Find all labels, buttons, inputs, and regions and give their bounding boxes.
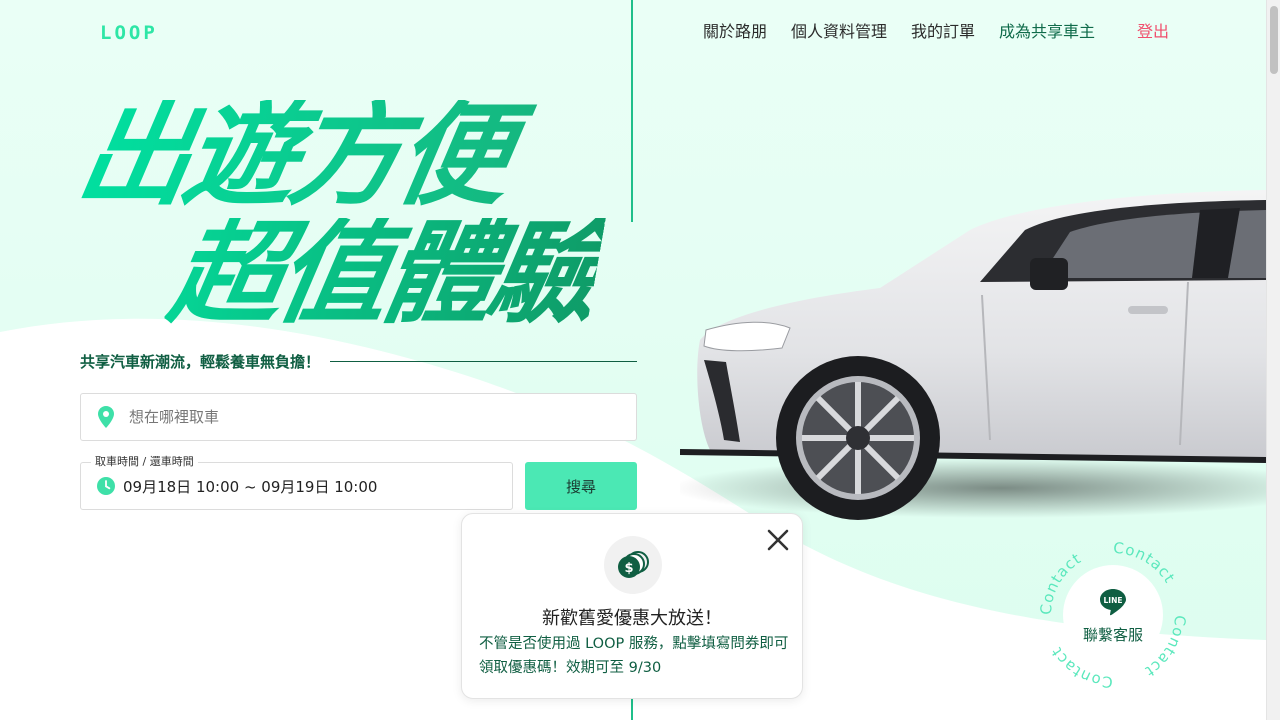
nav-profile[interactable]: 個人資料管理 [791, 20, 887, 44]
pickup-location-input[interactable] [129, 408, 609, 426]
scrollbar-thumb[interactable] [1270, 6, 1278, 74]
hero-line-2: 超值體驗 [160, 209, 608, 339]
hero-tagline: 共享汽車新潮流，輕鬆養車無負擔！ [80, 353, 321, 371]
page-scrollbar[interactable] [1266, 0, 1280, 720]
rental-time-value: 09月18日 10:00 ~ 09月19日 10:00 [123, 477, 378, 496]
line-icon: LINE [1100, 588, 1126, 615]
rental-time-field[interactable]: 取車時間 / 還車時間 09月18日 10:00 ~ 09月19日 10:00 [80, 454, 513, 510]
promo-popup[interactable]: $ 新歡舊愛優惠大放送！ 不管是否使用過 LOOP 服務，點擊填寫問券即可領取優… [461, 513, 803, 699]
car-image [680, 190, 1266, 520]
logout-link[interactable]: 登出 [1137, 20, 1169, 44]
close-icon[interactable] [764, 526, 792, 554]
svg-text:$: $ [624, 561, 633, 576]
line-badge-text: LINE [1104, 596, 1123, 605]
popup-title: 新歡舊愛優惠大放送！ [542, 608, 722, 629]
contact-label: 聯繫客服 [1082, 625, 1143, 644]
contact-support-badge[interactable]: Contact Contact Contact Contact LINE 聯繫客… [1038, 540, 1188, 690]
popup-body: 不管是否使用過 LOOP 服務，點擊填寫問券即可領取優惠碼！效期可至 9/30 [479, 636, 789, 676]
hero-title: 出遊方便 超值體驗 [69, 91, 608, 339]
main-nav: 關於路朋 個人資料管理 我的訂單 成為共享車主 [703, 20, 1119, 44]
vertical-divider-bottom [631, 696, 633, 720]
nav-become-owner[interactable]: 成為共享車主 [999, 20, 1095, 44]
tagline-rule [330, 361, 637, 362]
location-pin-icon [98, 406, 114, 428]
pickup-location-field[interactable] [80, 393, 637, 441]
clock-icon [97, 477, 115, 495]
vertical-divider [631, 0, 633, 222]
search-button[interactable]: 搜尋 [525, 462, 637, 510]
tagline-row: 共享汽車新潮流，輕鬆養車無負擔！ [80, 351, 637, 372]
rental-time-label: 取車時間 / 還車時間 [91, 454, 198, 470]
coins-icon: $ [604, 536, 662, 594]
nav-about[interactable]: 關於路朋 [703, 20, 767, 44]
loop-logo[interactable]: LOOP [100, 22, 158, 44]
nav-orders[interactable]: 我的訂單 [911, 20, 975, 44]
contact-support-button[interactable]: LINE 聯繫客服 [1063, 565, 1163, 665]
hero-line-1: 出遊方便 [69, 91, 606, 221]
